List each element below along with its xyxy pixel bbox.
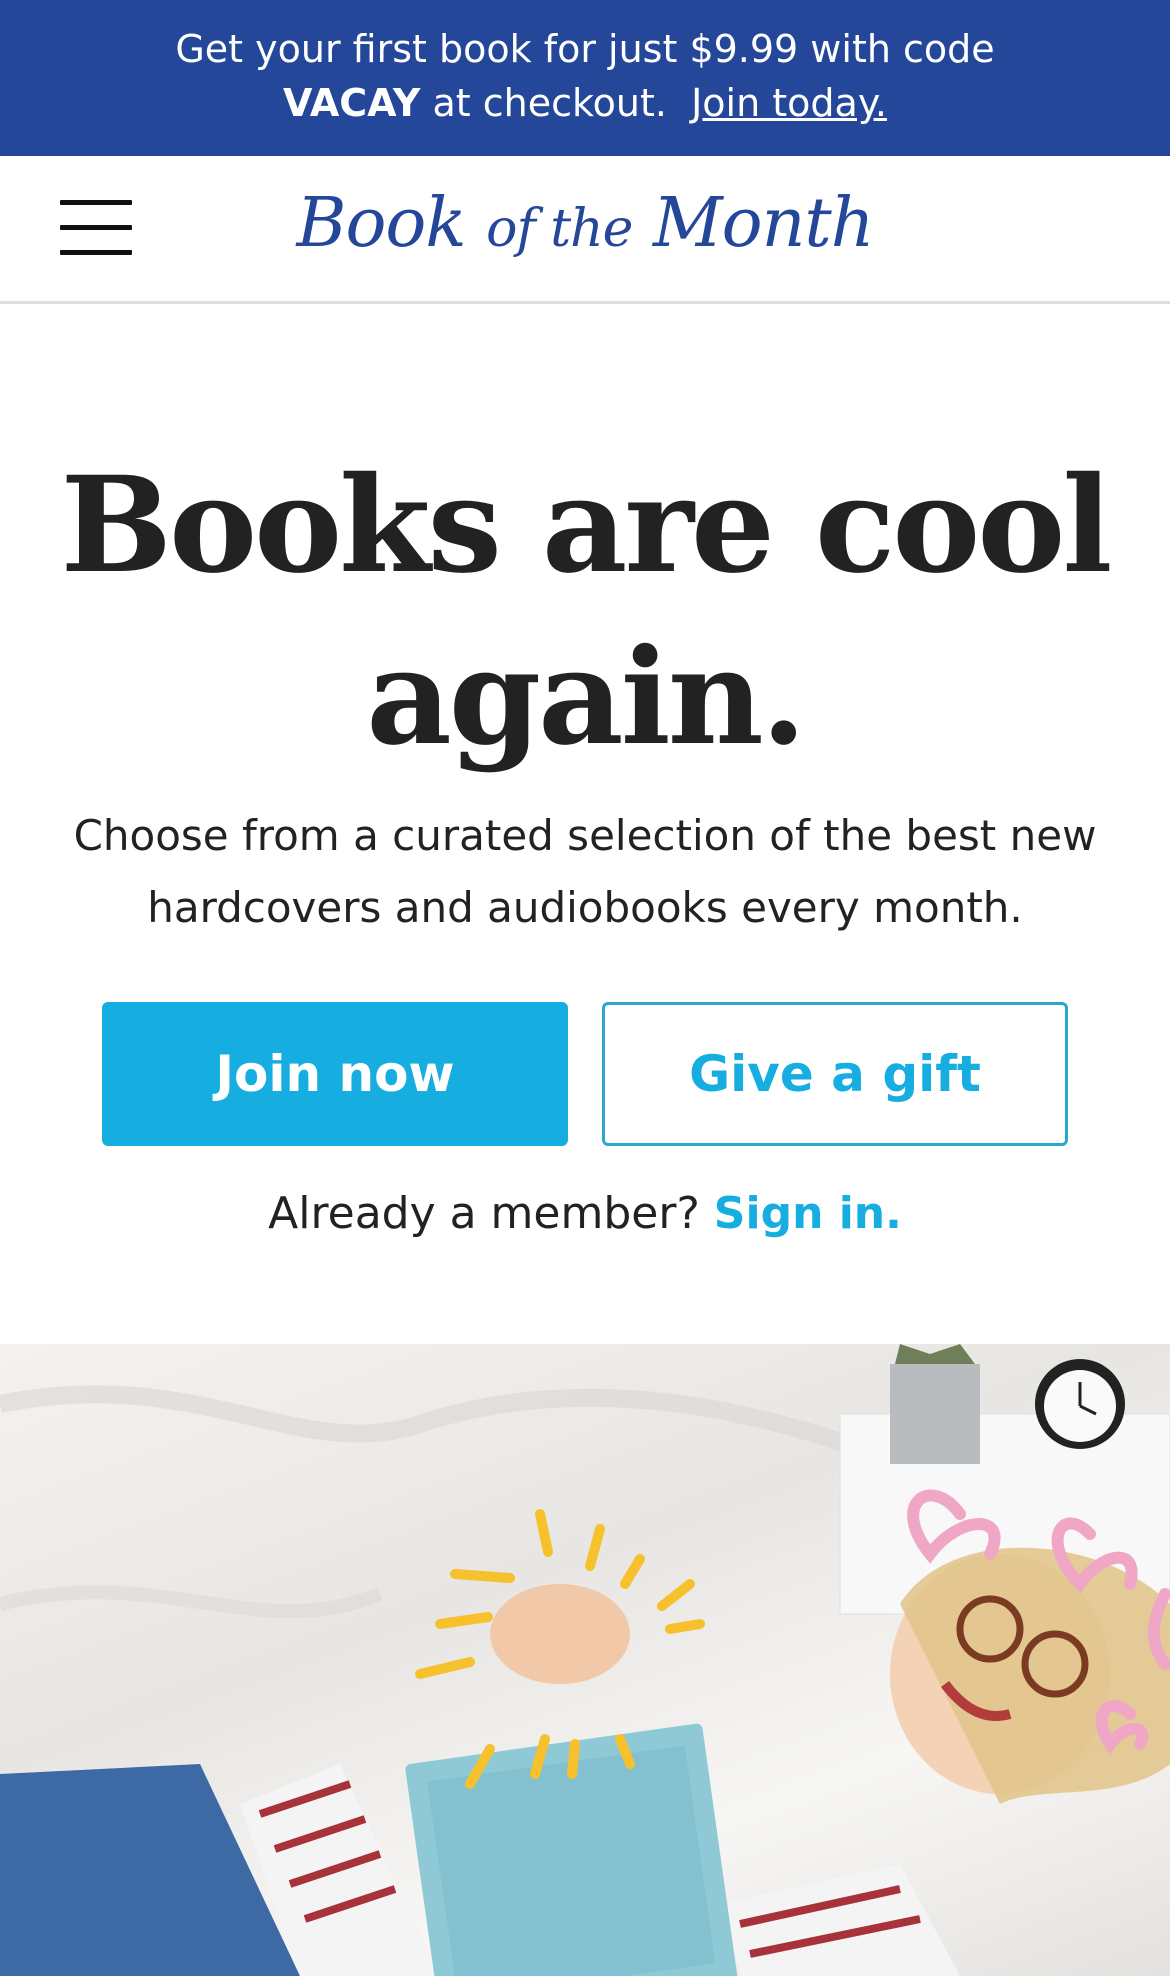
reading-woman-illustration — [0, 1344, 1170, 1976]
member-prompt: Already a member? — [268, 1188, 700, 1239]
hero-subtitle-line-1: Choose from a curated selection of the b… — [73, 811, 1097, 860]
site-header: Book of the Month — [0, 156, 1170, 304]
promo-banner: Get your first book for just $9.99 with … — [0, 0, 1170, 156]
promo-line-1: Get your first book for just $9.99 with … — [0, 22, 1170, 76]
book-of-the-month-logo[interactable]: Book of the Month — [0, 184, 1170, 263]
join-now-button[interactable]: Join now — [102, 1002, 568, 1146]
logo-of-the: of the — [486, 199, 633, 259]
hero-subtitle: Choose from a curated selection of the b… — [50, 800, 1120, 944]
give-a-gift-button[interactable]: Give a gift — [602, 1002, 1068, 1146]
member-signin-row: Already a member? Sign in. — [0, 1188, 1170, 1239]
sign-in-link[interactable]: Sign in. — [714, 1188, 902, 1239]
hero-title-line-1: Books are cool — [60, 448, 1113, 603]
promo-text: Get your first book for just $9.99 with … — [175, 27, 995, 71]
hero-title-line-2: again. — [366, 620, 806, 775]
join-today-link[interactable]: Join today. — [691, 81, 887, 125]
logo-book: Book — [296, 184, 466, 263]
promo-text-2: at checkout. — [432, 81, 667, 125]
hero-title: Books are cool again. — [0, 440, 1170, 784]
logo-month: Month — [653, 184, 874, 263]
promo-line-2: VACAY at checkout. Join today. — [0, 76, 1170, 130]
hero-subtitle-line-2: hardcovers and audiobooks every month. — [147, 883, 1023, 932]
promo-code: VACAY — [283, 81, 421, 125]
hero-photo — [0, 1344, 1170, 1976]
